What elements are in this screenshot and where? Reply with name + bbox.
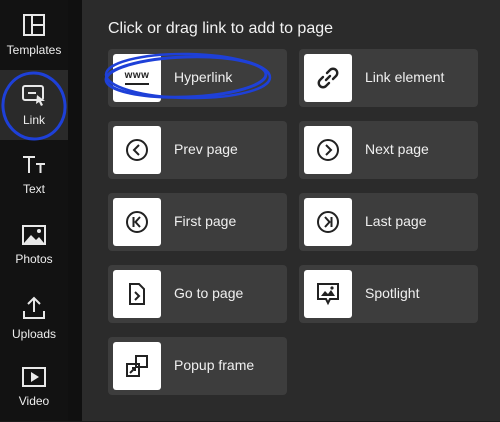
first-page-card[interactable]: First page bbox=[108, 193, 287, 251]
card-label: Go to page bbox=[174, 285, 244, 301]
card-label: Spotlight bbox=[365, 285, 420, 301]
go-to-page-card[interactable]: Go to page bbox=[108, 265, 287, 323]
sidebar-item-label: Video bbox=[18, 394, 50, 408]
photos-icon bbox=[22, 225, 46, 245]
chevron-left-circle-icon bbox=[126, 139, 148, 161]
card-label: Popup frame bbox=[174, 357, 255, 373]
link-panel: Click or drag link to add to page www Hy… bbox=[82, 0, 500, 421]
spotlight-card[interactable]: Spotlight bbox=[299, 265, 478, 323]
text-icon bbox=[23, 156, 45, 173]
chain-link-icon bbox=[317, 67, 339, 89]
sidebar-item-link[interactable]: Link bbox=[0, 70, 68, 140]
hyperlink-card[interactable]: www Hyperlink bbox=[108, 49, 287, 107]
sidebar-item-label: Uploads bbox=[11, 327, 57, 341]
last-page-card[interactable]: Last page bbox=[299, 193, 478, 251]
video-icon bbox=[22, 367, 46, 387]
sidebar-item-label: Templates bbox=[6, 43, 62, 57]
chevron-right-circle-icon bbox=[317, 139, 339, 161]
card-label: Prev page bbox=[174, 141, 238, 157]
sidebar-item-label: Link bbox=[22, 113, 45, 127]
popup-frame-icon bbox=[126, 355, 148, 377]
card-label: Next page bbox=[365, 141, 429, 157]
sidebar-item-video[interactable]: Video bbox=[0, 352, 68, 422]
first-page-icon bbox=[126, 211, 148, 233]
next-page-card[interactable]: Next page bbox=[299, 121, 478, 179]
prev-page-card[interactable]: Prev page bbox=[108, 121, 287, 179]
card-label: Link element bbox=[365, 69, 445, 85]
sidebar-item-templates[interactable]: Templates bbox=[0, 0, 68, 70]
sidebar-divider bbox=[68, 0, 82, 421]
card-label: Last page bbox=[365, 213, 427, 229]
panel-title: Click or drag link to add to page bbox=[108, 20, 334, 37]
card-label: Hyperlink bbox=[174, 69, 233, 85]
card-label: First page bbox=[174, 213, 237, 229]
link-icon bbox=[22, 85, 45, 106]
sidebar-item-label: Text bbox=[22, 182, 45, 196]
sidebar-item-photos[interactable]: Photos bbox=[0, 210, 68, 280]
link-element-card[interactable]: Link element bbox=[299, 49, 478, 107]
sidebar-item-uploads[interactable]: Uploads bbox=[0, 283, 68, 353]
sidebar-item-label: Photos bbox=[15, 252, 53, 266]
templates-icon bbox=[23, 14, 45, 36]
www-icon: www bbox=[124, 71, 150, 85]
sidebar: Templates Link Text Photos Uploads Video bbox=[0, 0, 68, 421]
last-page-icon bbox=[317, 211, 339, 233]
sidebar-item-text[interactable]: Text bbox=[0, 140, 68, 210]
spotlight-icon bbox=[317, 283, 339, 306]
popup-frame-card[interactable]: Popup frame bbox=[108, 337, 287, 395]
uploads-icon bbox=[23, 296, 45, 319]
go-to-page-icon bbox=[129, 283, 145, 305]
